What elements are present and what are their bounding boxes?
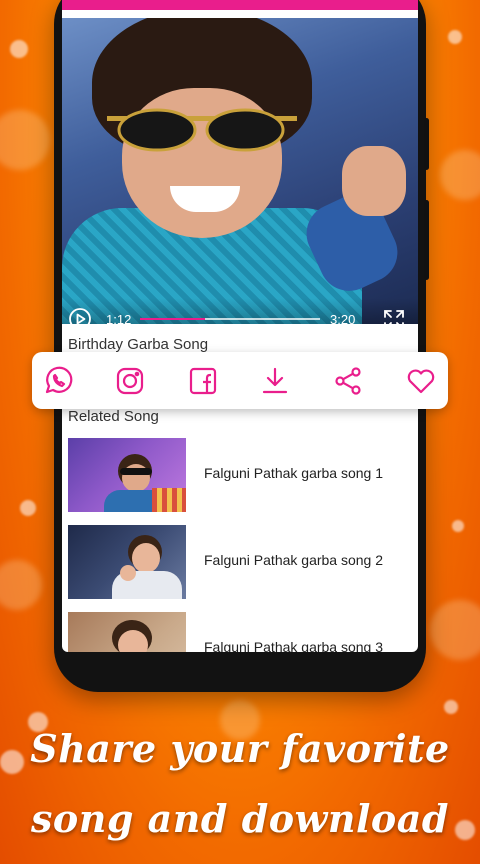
current-time: 1:12 [106, 312, 132, 324]
bokeh-light [0, 110, 50, 170]
phone-side-button [424, 200, 429, 280]
bokeh-light [440, 150, 480, 200]
song-title: Birthday Garba Song [68, 336, 209, 353]
fullscreen-icon[interactable] [382, 308, 406, 324]
song-thumbnail [68, 525, 186, 599]
related-song-item[interactable]: Falguni Pathak garba song 1 [68, 438, 418, 512]
video-frame-fist [342, 146, 406, 216]
video-controls: 1:12 3:20 [62, 298, 418, 324]
bokeh-light [0, 560, 42, 610]
related-song-item[interactable]: Falguni Pathak garba song 3 [68, 612, 418, 652]
app-header-bar [62, 0, 418, 10]
promo-caption-line-2: song and download [31, 796, 449, 841]
phone-side-button [424, 118, 429, 170]
song-title-label: Falguni Pathak garba song 3 [204, 639, 384, 652]
seek-bar[interactable] [140, 318, 320, 320]
play-icon[interactable] [68, 307, 92, 324]
video-player[interactable]: 1:12 3:20 [62, 18, 418, 324]
song-title-label: Falguni Pathak garba song 2 [204, 552, 384, 568]
related-songs-heading: Related Song [68, 408, 159, 425]
song-thumbnail [68, 612, 186, 652]
facebook-icon[interactable] [187, 365, 219, 397]
seek-bar-progress [140, 318, 205, 320]
song-thumbnail [68, 438, 186, 512]
heart-icon[interactable] [405, 365, 437, 397]
video-frame-sunglasses [107, 108, 297, 152]
share-icon[interactable] [332, 365, 364, 397]
bokeh-light [20, 500, 36, 516]
bokeh-light [448, 30, 462, 44]
promo-caption-line-1: Share your favorite [30, 726, 450, 771]
whatsapp-icon[interactable] [42, 365, 74, 397]
download-icon[interactable] [259, 365, 291, 397]
total-time: 3:20 [330, 312, 356, 324]
related-song-item[interactable]: Falguni Pathak garba song 2 [68, 525, 418, 599]
share-toolbar [32, 352, 448, 409]
instagram-icon[interactable] [114, 365, 146, 397]
bokeh-light [444, 700, 458, 714]
bokeh-light [452, 520, 464, 532]
song-title-label: Falguni Pathak garba song 1 [204, 465, 384, 481]
bokeh-light [10, 40, 28, 58]
app-screen: 1:12 3:20 Birthday Garba Song Related So… [62, 0, 418, 652]
bokeh-light [430, 600, 480, 660]
